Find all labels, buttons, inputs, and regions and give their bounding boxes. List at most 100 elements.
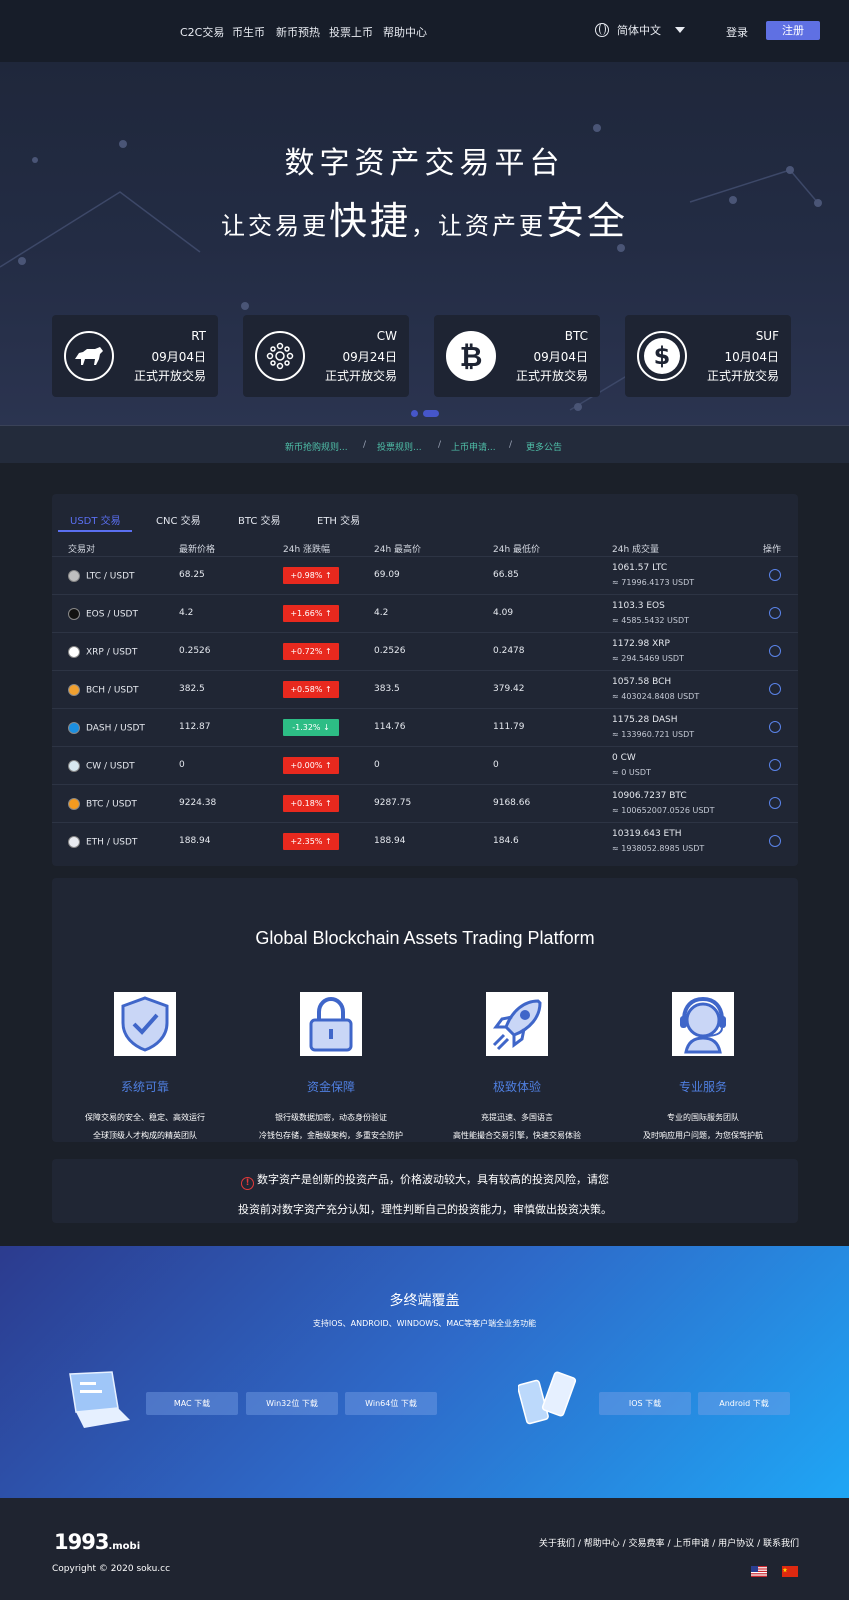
table-row[interactable]: ETH / USDT 188.94 +2.35% ↑ 188.94 184.6 10319… [52,822,798,860]
notice-link[interactable]: 上币申请... [451,440,496,453]
trade-action-icon[interactable] [769,797,781,809]
hero-sub-text-1: 让交易更 [220,212,329,240]
table-row[interactable]: BTC / USDT 9224.38 +0.18% ↑ 9287.75 9168.66 1… [52,784,798,822]
col-volume: 24h 成交量 [612,545,660,555]
download-title: 多终端覆盖 [389,1293,460,1309]
warning-icon: ! [241,1177,254,1190]
carousel-dot-active[interactable] [423,410,439,417]
footer-link-help[interactable]: 帮助中心 [584,1539,620,1549]
price-cell: 112.87 [179,722,211,732]
feature-name: 极致体验 [492,1080,541,1094]
listing-card-cw[interactable]: CW 09月24日 正式开放交易 [243,315,409,397]
coin-icon [68,722,80,734]
pair-cell: XRP / USDT [68,646,137,658]
android-download-button[interactable]: Android 下载 [698,1392,790,1415]
coin-icon [68,836,80,848]
feature-desc: 专业的国际服务团队 [667,1113,739,1122]
col-change: 24h 涨跌幅 [283,545,331,555]
coin-icon [68,760,80,772]
pair-name: LTC / USDT [86,571,135,582]
feature-desc: 冷钱包存储，金融级架构，多重安全防护 [259,1131,403,1140]
nav-vote-listing[interactable]: 投票上币 [329,24,373,40]
feature-desc: 高性能撮合交易引擎，快速交易体验 [453,1131,581,1140]
change-badge: +0.98% ↑ [283,567,339,584]
notice-link[interactable]: 投票规则... [377,440,422,453]
feature-desc: 银行级数据加密，动态身份验证 [275,1113,387,1122]
trade-action-icon[interactable] [769,759,781,771]
volume-cell: 0 CW [612,753,636,763]
volume-usdt-cell: ≈ 133960.721 USDT [612,730,695,739]
table-row[interactable]: CW / USDT 0 +0.00% ↑ 0 0 0 CW ≈ 0 USDT [52,746,798,784]
trade-action-icon[interactable] [769,721,781,733]
laptop-illustration [69,1371,130,1428]
volume-usdt-cell: ≈ 71996.4173 USDT [612,578,695,587]
change-badge: +0.18% ↑ [283,795,339,812]
feature-desc: 保障交易的安全、稳定、高效运行 [85,1113,205,1122]
notice-link[interactable]: 新币抢购规则... [285,440,348,453]
pair-name: CW / USDT [86,761,135,772]
hero-sub-emphasis-2: 安全 [546,199,629,243]
footer-link-agreement[interactable]: 用户协议 [718,1539,754,1549]
table-row[interactable]: EOS / USDT 4.2 +1.66% ↑ 4.2 4.09 1103.3 EOS ≈ … [52,594,798,632]
feature-name: 系统可靠 [120,1080,169,1094]
high-cell: 383.5 [374,684,400,694]
china-flag-icon[interactable] [782,1566,798,1577]
tab-btc[interactable]: BTC 交易 [238,512,281,527]
pair-name: BTC / USDT [86,799,137,810]
pair-cell: LTC / USDT [68,570,135,582]
trade-action-icon[interactable] [769,645,781,657]
listing-card-rt[interactable]: RT 09月04日 正式开放交易 [52,315,218,397]
trade-action-icon[interactable] [769,607,781,619]
ios-download-button[interactable]: IOS 下载 [599,1392,691,1415]
footer-separator: / [577,1539,581,1549]
risk-warning: ! 数字资产是创新的投资产品，价格波动较大，具有较高的投资风险，请您 投资前对数字… [52,1159,798,1223]
high-cell: 9287.75 [374,798,412,808]
nav-new-coin-preheat[interactable]: 新币预热 [276,24,320,40]
site-logo[interactable]: 1993.mobi [54,1530,140,1554]
trade-action-icon[interactable] [769,683,781,695]
win64-download-button[interactable]: Win64位 下载 [345,1392,437,1415]
high-cell: 188.94 [374,836,406,846]
tab-usdt[interactable]: USDT 交易 [70,512,121,527]
bull-icon [64,331,114,381]
mac-download-button[interactable]: MAC 下载 [146,1392,238,1415]
tab-cnc[interactable]: CNC 交易 [156,512,201,527]
volume-usdt-cell: ≈ 100652007.0526 USDT [612,806,715,815]
us-flag-icon[interactable] [751,1566,767,1577]
card-status: 正式开放交易 [515,369,588,383]
nav-coin-to-coin[interactable]: 币生币 [232,24,265,40]
listing-card-btc[interactable]: ₿ BTC 09月04日 正式开放交易 [434,315,600,397]
card-status: 正式开放交易 [133,369,206,383]
register-button[interactable]: 注册 [766,21,820,40]
table-row[interactable]: XRP / USDT 0.2526 +0.72% ↑ 0.2526 0.2478 1172… [52,632,798,670]
trade-action-icon[interactable] [769,569,781,581]
card-date: 09月04日 [533,350,588,364]
nav-c2c[interactable]: C2C交易 [180,24,224,40]
table-row[interactable]: DASH / USDT 112.87 -1.32% ↓ 114.76 111.79 117… [52,708,798,746]
win32-download-button[interactable]: Win32位 下载 [246,1392,338,1415]
language-selector[interactable]: 简体中文 [595,22,685,38]
footer-link-contact[interactable]: 联系我们 [763,1539,799,1549]
footer-link-listing[interactable]: 上币申请 [673,1539,709,1549]
change-badge: +2.35% ↑ [283,833,339,850]
footer-link-fees[interactable]: 交易费率 [629,1539,665,1549]
notice-link-more[interactable]: 更多公告 [526,440,562,453]
card-status: 正式开放交易 [324,369,397,383]
pair-cell: BTC / USDT [68,798,137,810]
carousel-dot[interactable] [411,410,418,417]
features-title: Global Blockchain Assets Trading Platfor… [255,928,595,948]
table-row[interactable]: LTC / USDT 68.25 +0.98% ↑ 69.09 66.85 1061.57… [52,556,798,594]
volume-cell: 1103.3 EOS [612,601,665,611]
price-cell: 4.2 [179,608,194,618]
tab-eth[interactable]: ETH 交易 [317,512,360,527]
col-high: 24h 最高价 [374,545,422,555]
login-link[interactable]: 登录 [726,24,748,40]
nav-help-center[interactable]: 帮助中心 [383,24,427,40]
pair-cell: CW / USDT [68,760,135,772]
card-date: 10月04日 [724,350,779,364]
table-row[interactable]: BCH / USDT 382.5 +0.58% ↑ 383.5 379.42 1057.5… [52,670,798,708]
trade-action-icon[interactable] [769,835,781,847]
feature-desc: 充提迅速、多国语言 [481,1113,553,1122]
listing-card-suf[interactable]: $ SUF 10月04日 正式开放交易 [625,315,791,397]
footer-link-about[interactable]: 关于我们 [539,1539,575,1549]
